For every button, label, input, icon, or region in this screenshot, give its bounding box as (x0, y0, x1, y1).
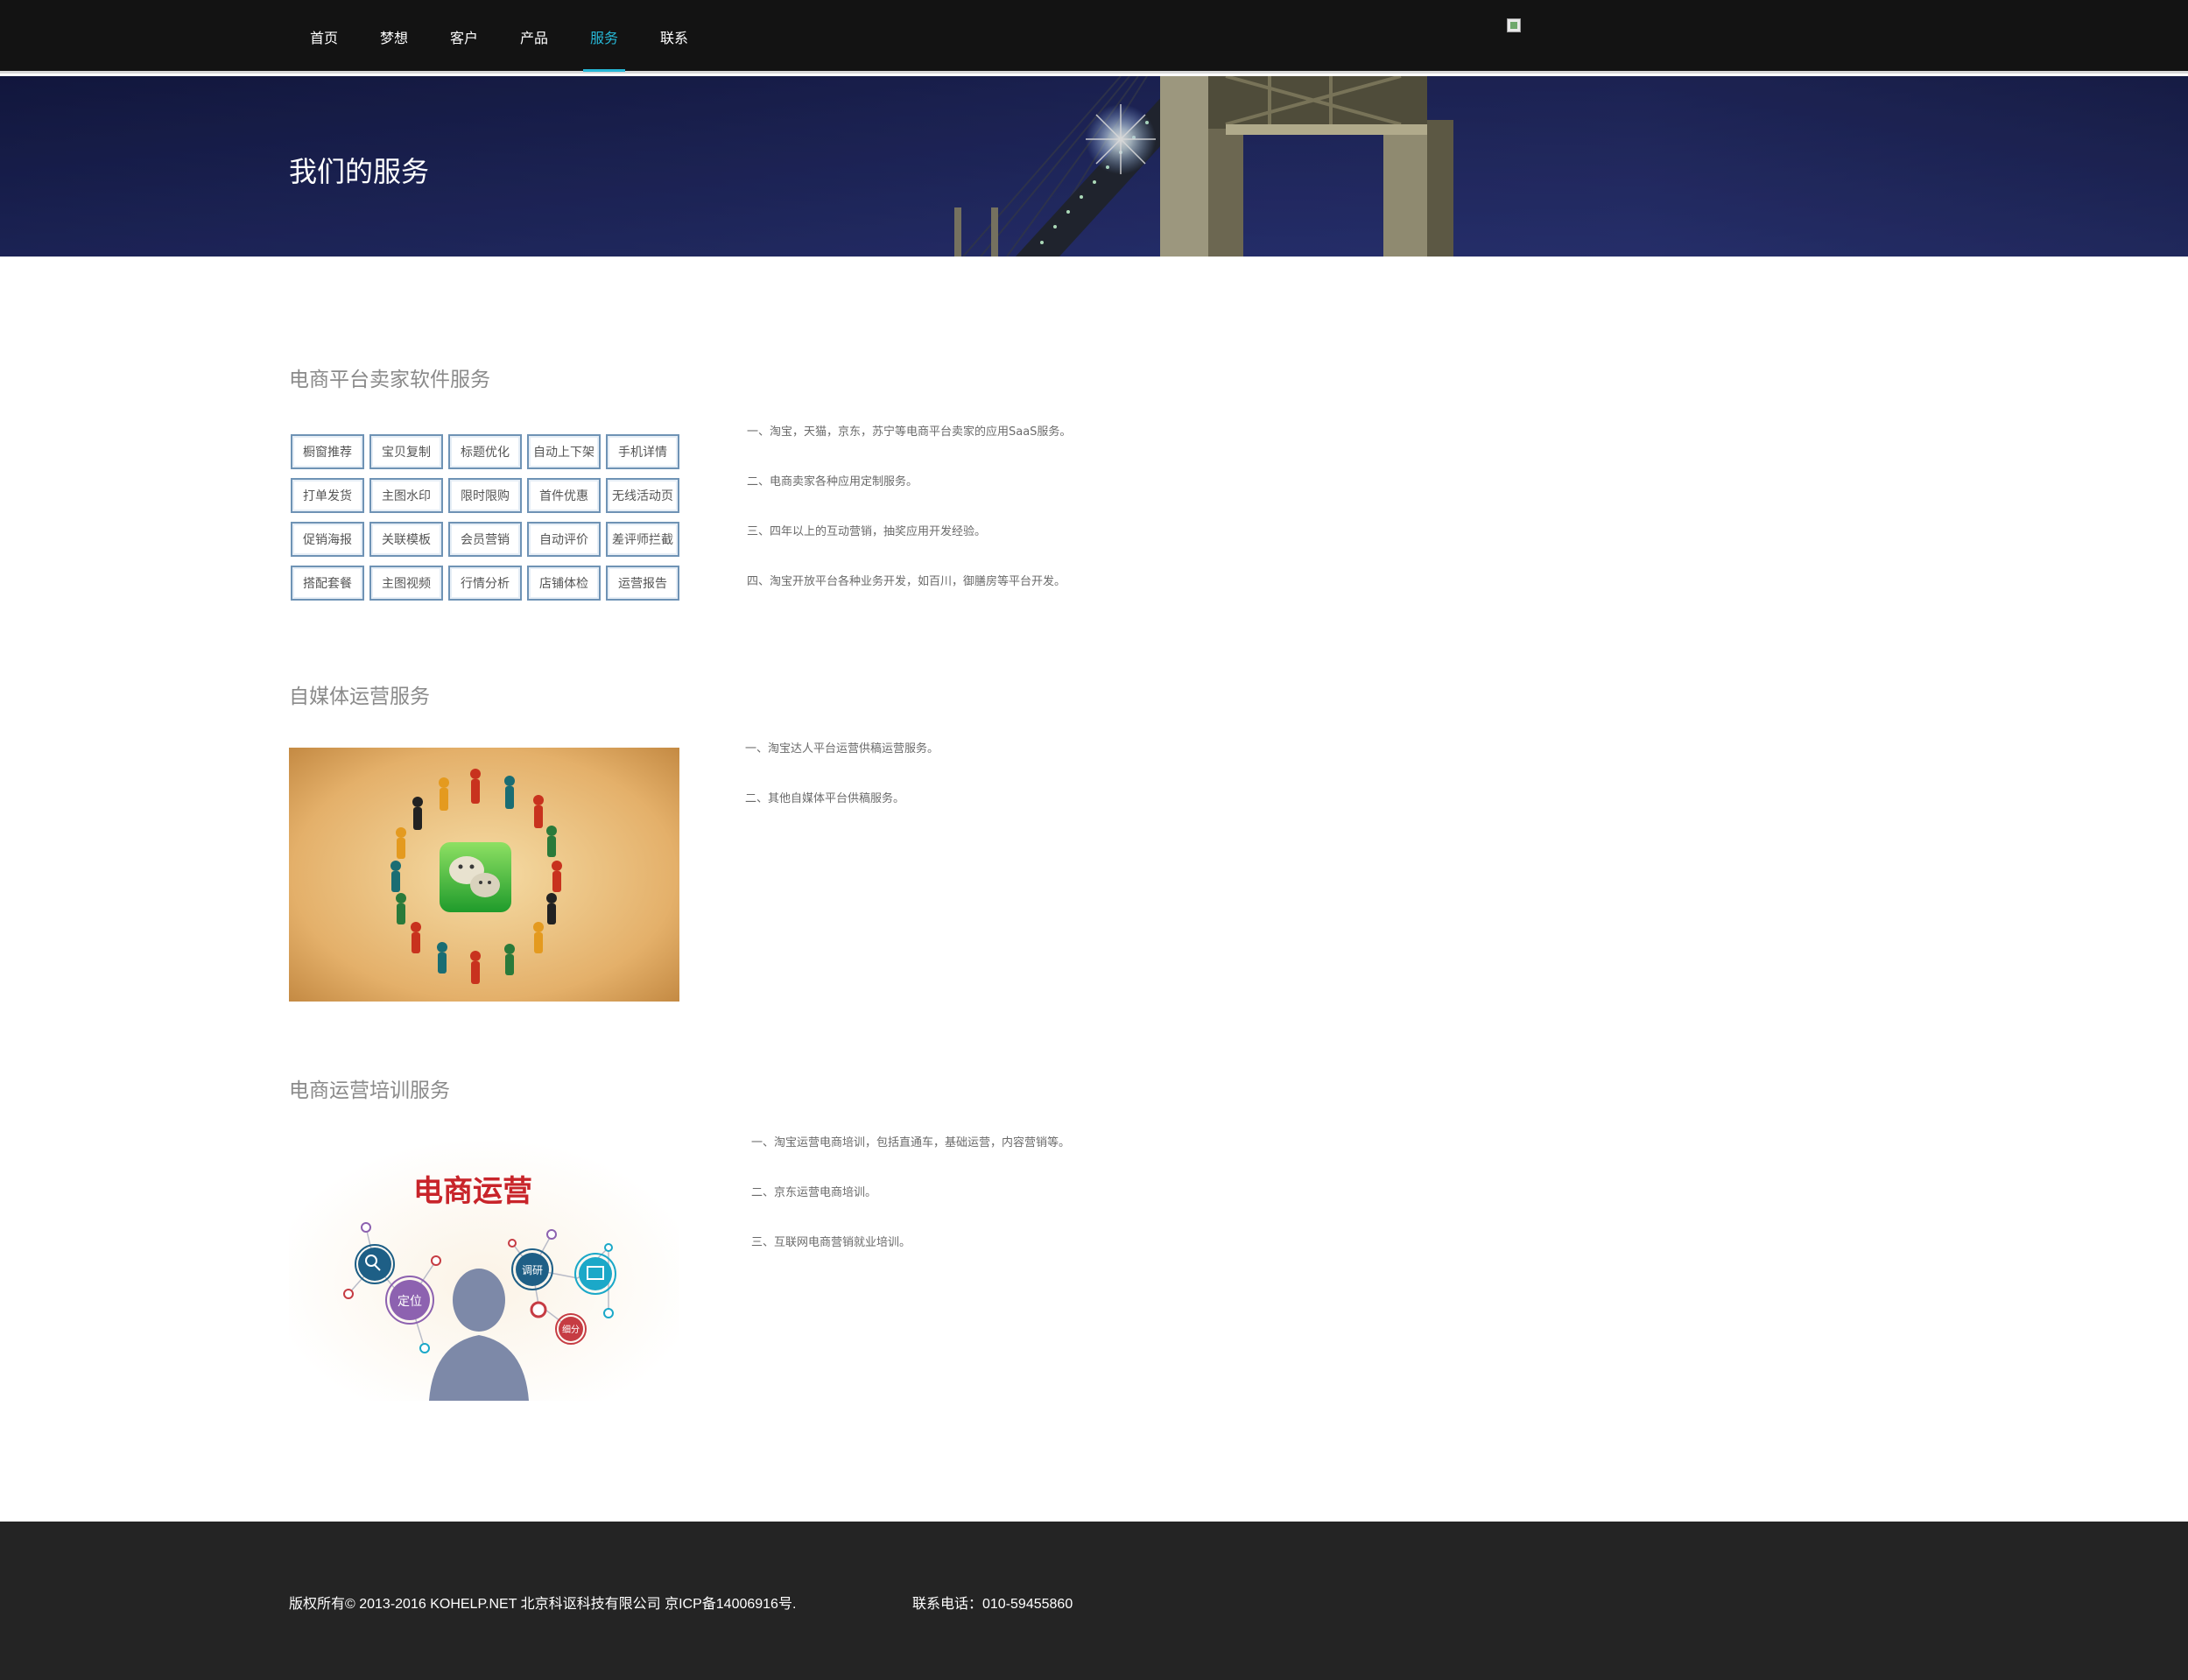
page-title: 我们的服务 (289, 155, 430, 188)
tag-button[interactable]: 差评师拦截 (606, 522, 679, 557)
tag-button[interactable]: 行情分析 (448, 566, 522, 601)
list-item: 四、淘宝开放平台各种业务开发，如百川，御膳房等平台开发。 (747, 575, 1066, 588)
tag-button[interactable]: 促销海报 (291, 522, 364, 557)
nav-item-clients[interactable]: 客户 (429, 0, 499, 74)
tag-button[interactable]: 关联模板 (369, 522, 443, 557)
list-item: 二、电商卖家各种应用定制服务。 (747, 475, 918, 489)
list-item: 一、淘宝运营电商培训，包括直通车，基础运营，内容营销等。 (751, 1136, 1071, 1149)
nav-item-services[interactable]: 服务 (569, 0, 639, 74)
wechat-people-image (289, 748, 679, 1002)
nav-item-dream[interactable]: 梦想 (359, 0, 429, 74)
tag-button[interactable]: 店铺体检 (527, 566, 601, 601)
list-item: 二、其他自媒体平台供稿服务。 (745, 792, 905, 805)
copyright-text: 版权所有© 2013-2016 KOHELP.NET 北京科讴科技有限公司 京I… (289, 1597, 797, 1612)
contact-phone: 联系电话：010-59455860 (912, 1597, 1073, 1612)
list-item: 一、淘宝达人平台运营供稿运营服务。 (745, 742, 939, 756)
nav-menu: 首页 梦想 客户 产品 服务 联系 (289, 0, 709, 74)
nav-item-contact[interactable]: 联系 (639, 0, 709, 74)
list-item: 二、京东运营电商培训。 (751, 1186, 877, 1199)
node-label-research: 调研 (522, 1264, 543, 1276)
tag-button[interactable]: 打单发货 (291, 478, 364, 513)
tag-button[interactable]: 主图视频 (369, 566, 443, 601)
node-label-locate: 定位 (397, 1295, 422, 1309)
node-label-detail: 细分 (562, 1324, 580, 1335)
tag-button[interactable]: 自动上下架 (527, 434, 601, 469)
ecommerce-training-image: 电商运营 定位 调研 细分 (289, 1138, 679, 1401)
hero-banner: 我们的服务 (0, 76, 2188, 257)
service-tag-grid: 橱窗推荐 宝贝复制 标题优化 自动上下架 手机详情 打单发货 主图水印 限时限购… (291, 434, 679, 601)
training-description-list: 一、淘宝运营电商培训，包括直通车，基础运营，内容营销等。 二、京东运营电商培训。… (751, 1135, 1070, 1284)
nav-item-home[interactable]: 首页 (289, 0, 359, 74)
tag-button[interactable]: 运营报告 (606, 566, 679, 601)
list-item: 一、淘宝，天猫，京东，苏宁等电商平台卖家的应用SaaS服务。 (747, 425, 1072, 439)
tag-button[interactable]: 搭配套餐 (291, 566, 364, 601)
list-item: 三、互联网电商营销就业培训。 (751, 1236, 911, 1249)
service-description-list: 一、淘宝，天猫，京东，苏宁等电商平台卖家的应用SaaS服务。 二、电商卖家各种应… (747, 424, 1071, 623)
wechat-circle-illustration (289, 748, 679, 1002)
tag-button[interactable]: 宝贝复制 (369, 434, 443, 469)
top-navbar: 首页 梦想 客户 产品 服务 联系 (0, 0, 2188, 74)
section-title-training: 电商运营培训服务 (289, 1079, 450, 1102)
tag-button[interactable]: 首件优惠 (527, 478, 601, 513)
tag-button[interactable]: 主图水印 (369, 478, 443, 513)
tag-button[interactable]: 手机详情 (606, 434, 679, 469)
tag-button[interactable]: 自动评价 (527, 522, 601, 557)
broken-image-icon (1507, 18, 1521, 32)
tag-button[interactable]: 橱窗推荐 (291, 434, 364, 469)
section-title-ecommerce-software: 电商平台卖家软件服务 (289, 369, 490, 391)
tag-button[interactable]: 限时限购 (448, 478, 522, 513)
training-illustration: 电商运营 定位 调研 细分 (289, 1138, 679, 1401)
tag-button[interactable]: 标题优化 (448, 434, 522, 469)
section-title-self-media: 自媒体运营服务 (289, 685, 430, 708)
list-item: 三、四年以上的互动营销，抽奖应用开发经验。 (747, 525, 987, 538)
image-title-text: 电商运营 (413, 1174, 532, 1209)
nav-item-products[interactable]: 产品 (499, 0, 569, 74)
site-footer: 版权所有© 2013-2016 KOHELP.NET 北京科讴科技有限公司 京I… (0, 1522, 2188, 1680)
tag-button[interactable]: 会员营销 (448, 522, 522, 557)
tag-button[interactable]: 无线活动页 (606, 478, 679, 513)
self-media-description-list: 一、淘宝达人平台运营供稿运营服务。 二、其他自媒体平台供稿服务。 (745, 741, 939, 840)
